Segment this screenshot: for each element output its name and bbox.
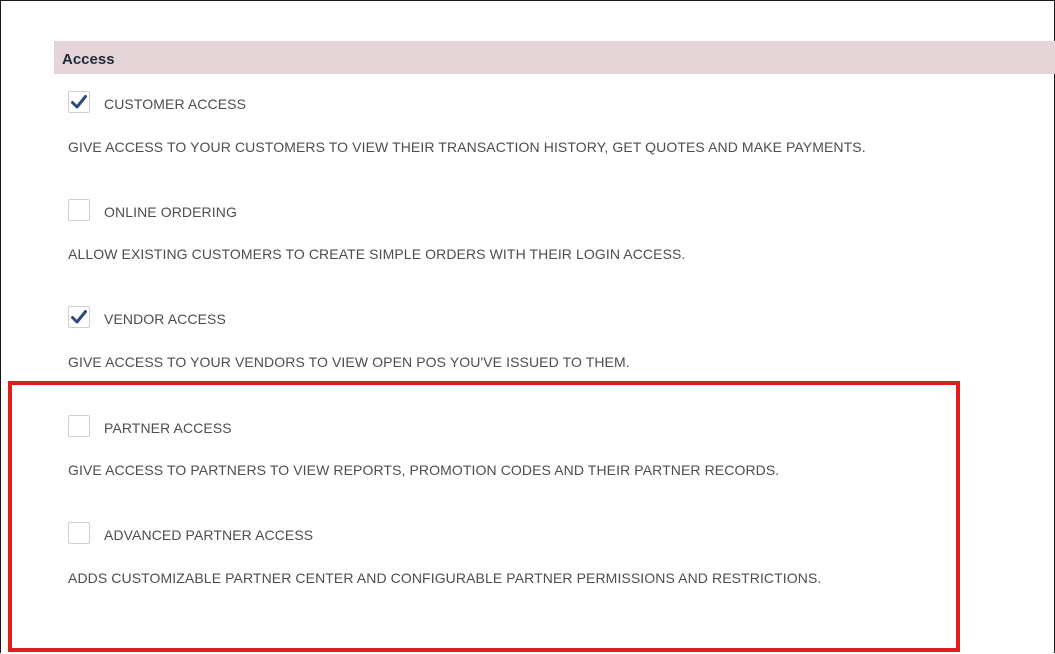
online-ordering-label[interactable]: ONLINE ORDERING — [104, 204, 237, 220]
partner-access-checkbox[interactable] — [68, 415, 90, 437]
option-online-ordering: ONLINE ORDERING — [68, 197, 237, 223]
vendor-access-description: GIVE ACCESS TO YOUR VENDORS TO VIEW OPEN… — [68, 354, 630, 370]
checkmark-icon — [71, 310, 87, 324]
checkmark-icon — [71, 95, 87, 109]
partner-access-description: GIVE ACCESS TO PARTNERS TO VIEW REPORTS,… — [68, 462, 780, 478]
option-advanced-partner-access: ADVANCED PARTNER ACCESS — [68, 520, 313, 546]
online-ordering-description: ALLOW EXISTING CUSTOMERS TO CREATE SIMPL… — [68, 246, 686, 262]
option-vendor-access: VENDOR ACCESS — [68, 304, 226, 330]
customer-access-label[interactable]: CUSTOMER ACCESS — [104, 96, 246, 112]
partner-access-label[interactable]: PARTNER ACCESS — [104, 420, 232, 436]
advanced-partner-access-label[interactable]: ADVANCED PARTNER ACCESS — [104, 527, 313, 543]
vendor-access-checkbox[interactable] — [68, 306, 90, 328]
customer-access-checkbox[interactable] — [68, 91, 90, 113]
customer-access-description: GIVE ACCESS TO YOUR CUSTOMERS TO VIEW TH… — [68, 139, 866, 155]
vendor-access-label[interactable]: VENDOR ACCESS — [104, 311, 226, 327]
online-ordering-checkbox[interactable] — [68, 199, 90, 221]
option-partner-access: PARTNER ACCESS — [68, 413, 232, 439]
advanced-partner-access-checkbox[interactable] — [68, 522, 90, 544]
section-header-access: Access — [54, 41, 1055, 74]
option-customer-access: CUSTOMER ACCESS — [68, 89, 246, 115]
advanced-partner-access-description: ADDS CUSTOMIZABLE PARTNER CENTER AND CON… — [68, 570, 822, 586]
